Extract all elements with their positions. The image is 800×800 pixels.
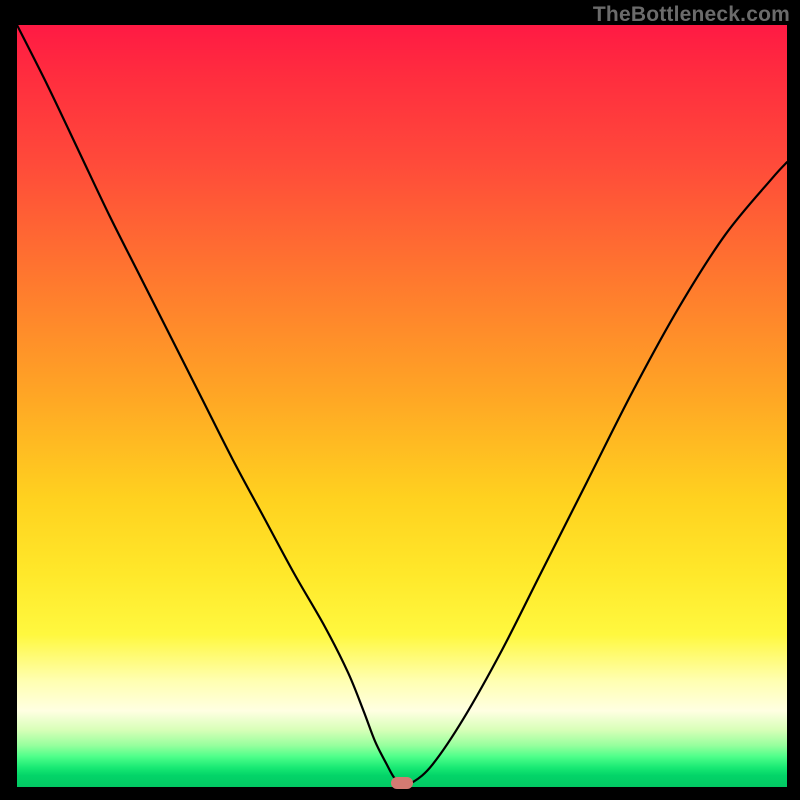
chart-plot-area <box>17 25 787 787</box>
optimal-point-marker <box>391 777 413 789</box>
watermark-text: TheBottleneck.com <box>593 3 790 27</box>
bottleneck-curve <box>17 25 787 787</box>
chart-stage: TheBottleneck.com <box>0 0 800 800</box>
curve-path <box>17 25 787 784</box>
